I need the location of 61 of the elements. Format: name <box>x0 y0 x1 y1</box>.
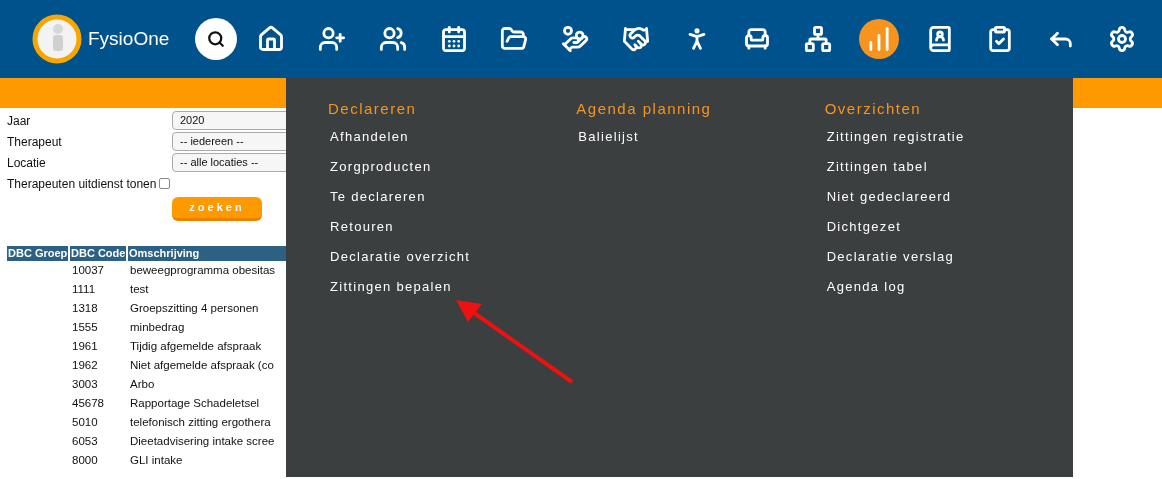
table-cell: 3003 <box>72 377 98 390</box>
calendar-icon <box>439 25 468 53</box>
table-cell: Groepszitting 4 personen <box>130 301 259 314</box>
hand-coins-icon <box>561 25 590 53</box>
table-cell: 5010 <box>72 415 98 428</box>
menu-link[interactable]: Retouren <box>328 212 394 242</box>
column-header: Omschrijving <box>128 246 288 261</box>
table-cell: 8000 <box>72 453 98 466</box>
folder-icon <box>500 25 529 53</box>
menu-heading: Agenda planning <box>576 99 713 119</box>
nav-button[interactable] <box>858 19 899 59</box>
checkbox[interactable] <box>159 178 171 189</box>
menu-link[interactable]: Zittingen registratie <box>824 122 965 152</box>
table-cell: Dieetadvisering intake scree <box>130 434 275 447</box>
chair-icon <box>743 25 772 53</box>
logo-icon <box>32 14 82 64</box>
org-chart-icon <box>804 25 833 53</box>
table-cell: 1318 <box>72 301 98 314</box>
users-icon <box>378 25 407 53</box>
home-icon <box>257 25 286 53</box>
table-cell: 6053 <box>72 434 98 447</box>
table-cell: 45678 <box>72 396 104 409</box>
settings-icon <box>1107 25 1136 53</box>
menu-link[interactable]: Zorgproducten <box>328 152 432 182</box>
menu-link[interactable]: Te declareren <box>328 182 426 212</box>
menu-link[interactable]: Declaratie verslag <box>824 242 955 272</box>
menu-link[interactable]: Niet gedeclareerd <box>824 182 952 212</box>
menu-link[interactable]: Afhandelen <box>328 122 409 152</box>
field-label: Therapeut <box>7 133 62 151</box>
column-header: DBC Groep <box>7 246 68 261</box>
field-label: Therapeuten uitdienst tonen <box>7 175 157 193</box>
menu-link[interactable]: Agenda log <box>824 272 906 302</box>
table-cell: 1111 <box>72 282 96 295</box>
brand-name: FysioOne <box>88 26 170 51</box>
table-cell: beweegprogramma obesitas <box>130 263 276 276</box>
table-cell: Arbo <box>130 377 155 390</box>
table-cell: 1555 <box>72 320 98 333</box>
menu-link[interactable]: Declaratie overzicht <box>328 242 471 272</box>
search-button[interactable] <box>195 18 238 60</box>
menu-link[interactable]: Dichtgezet <box>824 212 902 242</box>
column-header: DBC Code <box>70 246 126 261</box>
table-cell: telefonisch zitting ergothera <box>130 415 271 428</box>
menu-heading: Declareren <box>328 99 418 119</box>
field-label: Jaar <box>7 112 31 130</box>
field-label: Locatie <box>7 154 46 172</box>
table-cell: 10037 <box>72 263 104 276</box>
table-cell: 1961 <box>72 339 98 352</box>
search-icon <box>207 30 226 48</box>
table-cell: test <box>130 282 149 295</box>
table-cell: Tijdig afgemelde afspraak <box>130 339 262 352</box>
handshake-icon <box>621 25 650 53</box>
table-cell: minbedrag <box>130 320 185 333</box>
table-cell: GLI intake <box>130 453 183 466</box>
menu-link[interactable]: Balielijst <box>576 122 639 152</box>
menu-link[interactable]: Zittingen tabel <box>824 152 928 182</box>
menu-link[interactable]: Zittingen bepalen <box>328 272 452 302</box>
table-cell: Rapportage Schadeletsel <box>130 396 260 409</box>
user-plus-icon <box>318 25 347 53</box>
table-cell: 1962 <box>72 358 98 371</box>
menu-heading: Overzichten <box>824 99 923 119</box>
table-cell: Niet afgemelde afspraak (co <box>130 358 274 371</box>
